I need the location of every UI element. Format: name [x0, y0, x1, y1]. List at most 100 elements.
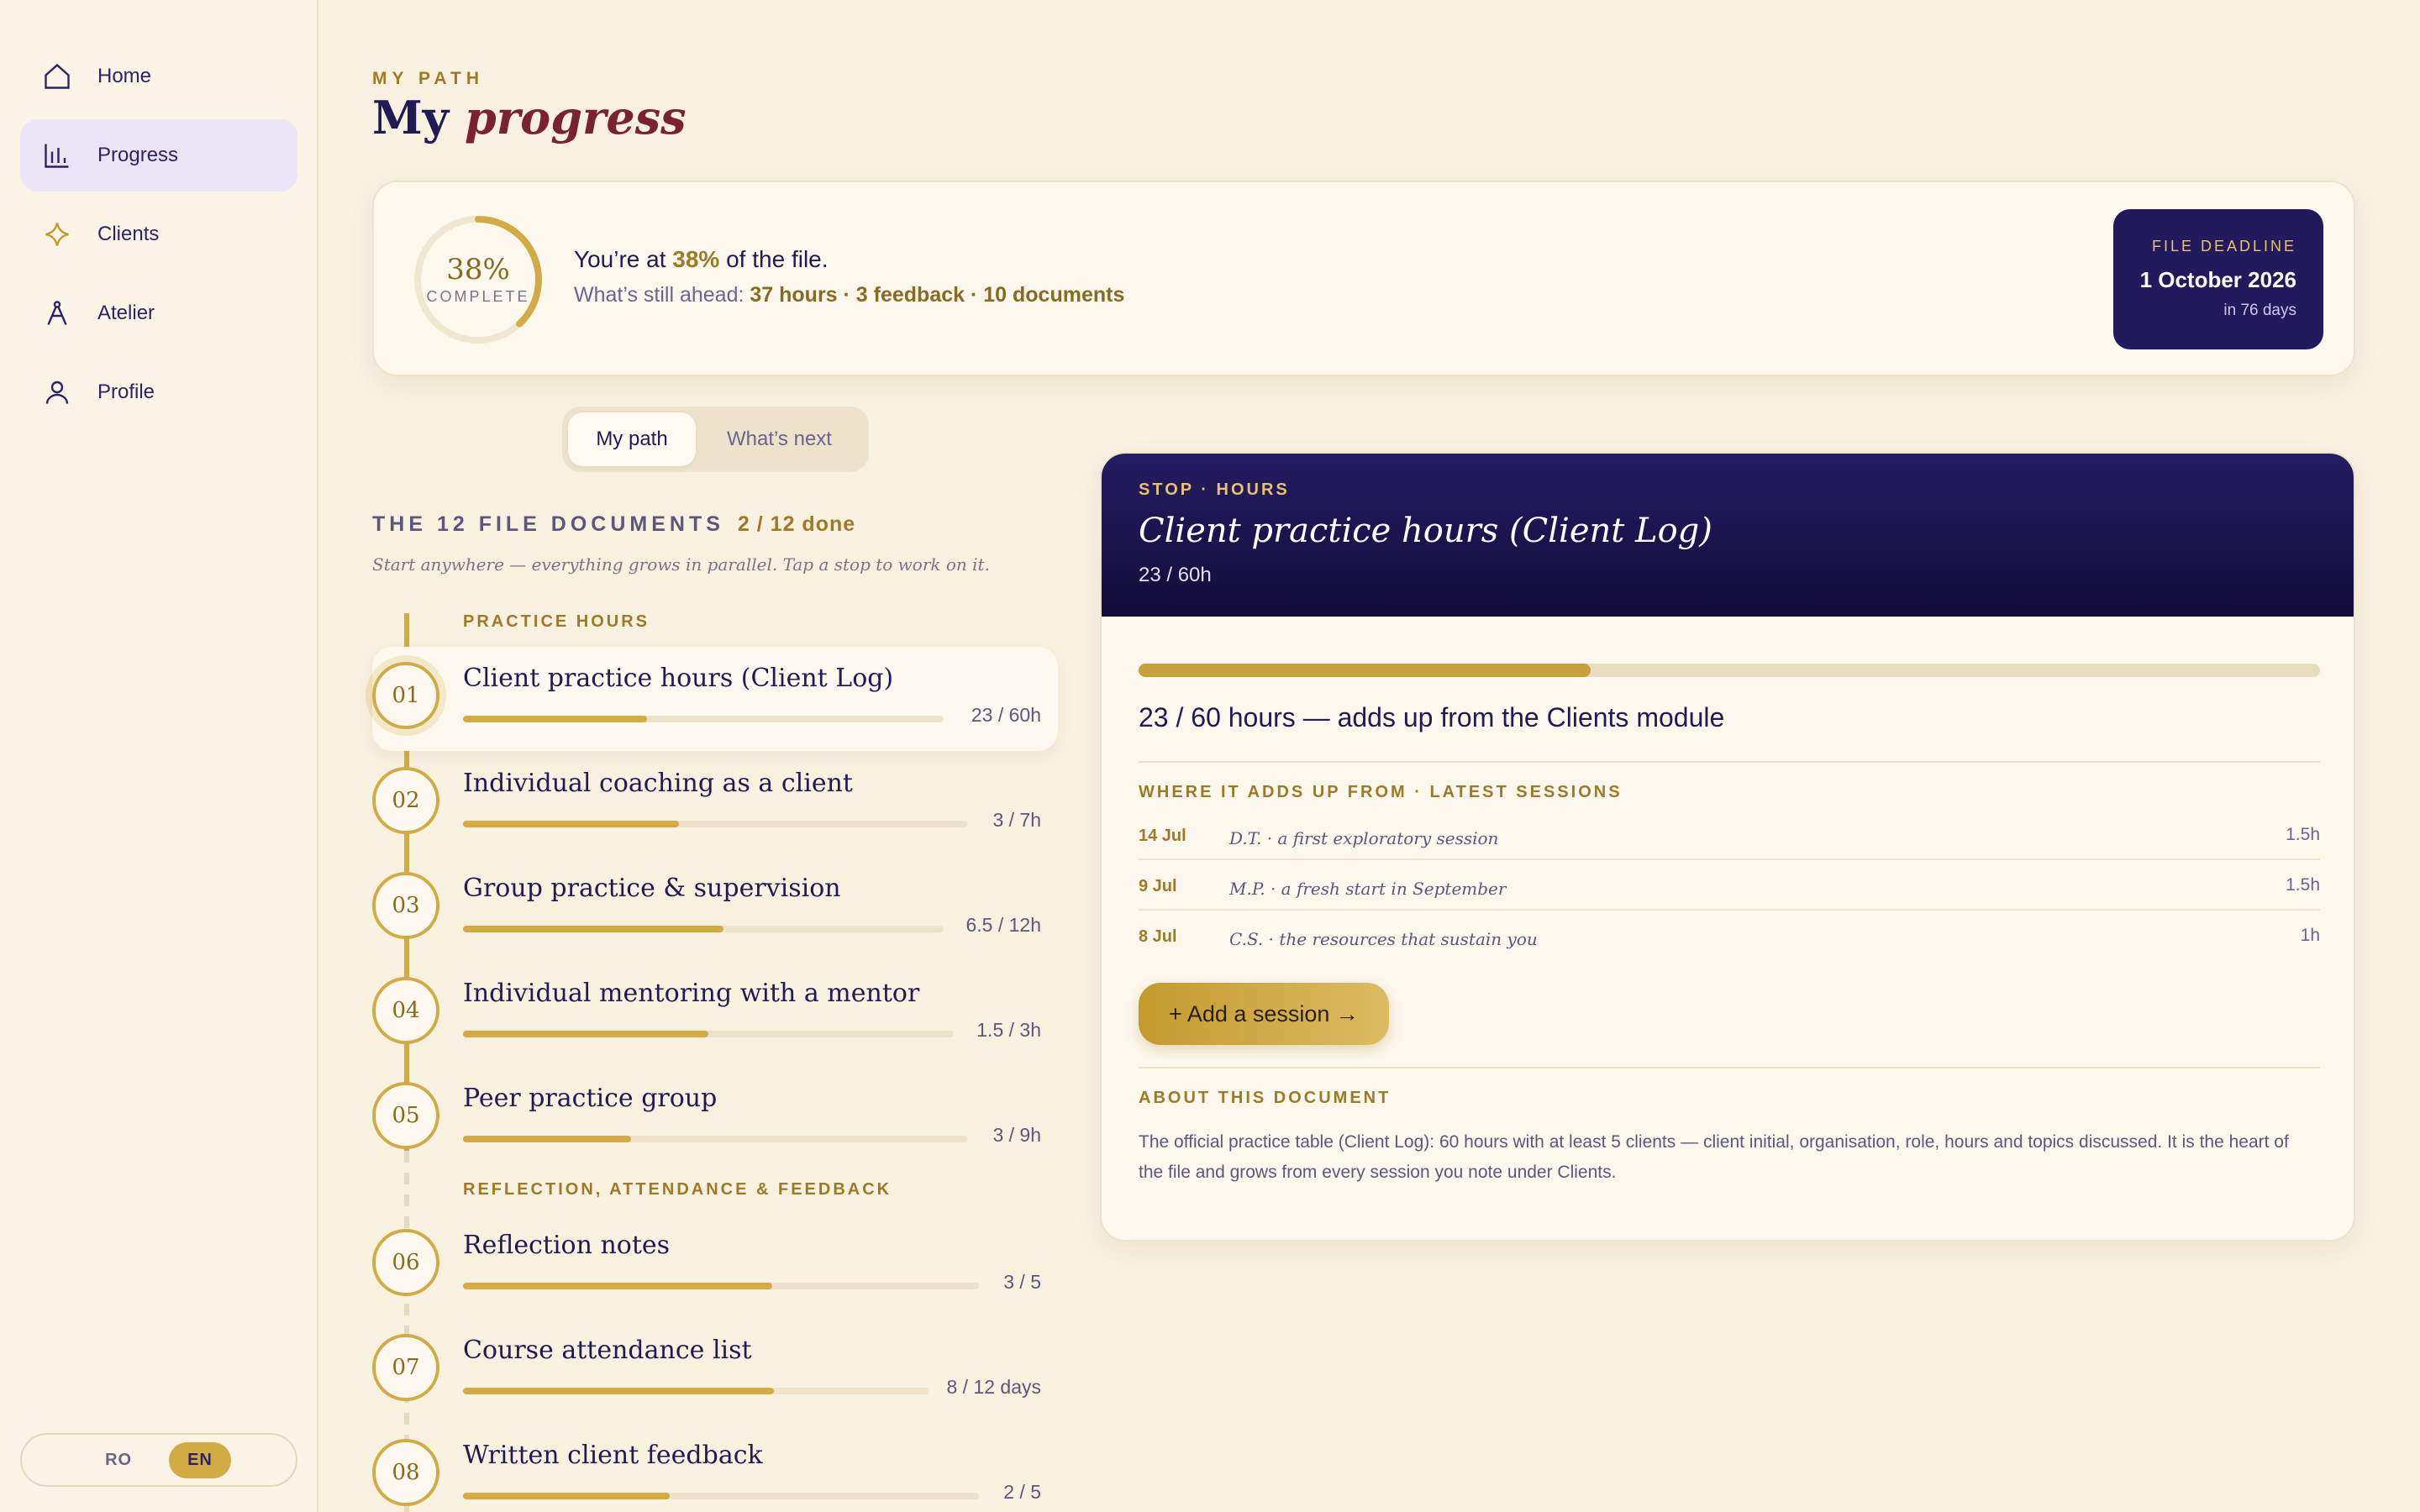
deadline-relative: in 76 days — [2223, 302, 2296, 319]
file-deadline-card: FILE DEADLINE 1 October 2026 in 76 days — [2113, 209, 2323, 349]
stop-title: Reflection notes — [463, 1231, 671, 1260]
detail-subtitle: 23 / 60h — [1139, 564, 1212, 586]
stop-progress-bar — [463, 1283, 979, 1289]
sidebar-item-label: Profile — [97, 381, 155, 403]
stop-progress-bar — [463, 1031, 954, 1037]
stop-number-badge: 08 — [372, 1439, 439, 1506]
stop-progress-bar — [463, 716, 944, 722]
stop-number-badge: 05 — [372, 1082, 439, 1149]
sessions-heading: WHERE IT ADDS UP FROM · LATEST SESSIONS — [1139, 783, 1623, 801]
document-stop-01[interactable]: 01 Client practice hours (Client Log) 23 /… — [372, 647, 1058, 751]
remaining-label: What’s still ahead: — [574, 283, 744, 307]
sidebar-item-home[interactable]: Home — [20, 40, 297, 113]
detail-progress-fill — [1139, 664, 1591, 677]
session-date: 8 Jul — [1139, 927, 1177, 946]
progress-summary-card: 38% COMPLETE You’re at 38% of the file. … — [372, 181, 2355, 376]
stop-title: Written client feedback — [463, 1441, 763, 1470]
group-heading-reflection: REFLECTION, ATTENDANCE & FEEDBACK — [463, 1180, 892, 1199]
deadline-date: 1 October 2026 — [2139, 267, 2296, 292]
progress-complete-label: COMPLETE — [426, 288, 530, 305]
session-client: M.P. · a fresh start in September — [1229, 879, 1507, 899]
document-stop-02[interactable]: 02 Individual coaching as a client 3 / 7h — [372, 752, 1058, 856]
user-icon — [40, 375, 74, 409]
stop-title: Individual mentoring with a mentor — [463, 979, 920, 1008]
documents-subtitle: Start anywhere — everything grows in par… — [372, 554, 990, 575]
page-title: My progress — [372, 91, 687, 144]
add-session-button[interactable]: + Add a session → — [1139, 983, 1389, 1045]
progress-percent: 38% — [446, 253, 510, 286]
stop-progress-value: 1.5 / 3h — [976, 1019, 1041, 1041]
session-row[interactable]: 8 Jul C.S. · the resources that sustain … — [1139, 912, 2320, 961]
stop-progress-fill — [463, 821, 680, 827]
group-heading-practice: PRACTICE HOURS — [463, 612, 650, 631]
session-hours: 1.5h — [2286, 875, 2320, 895]
stop-number-badge: 06 — [372, 1229, 439, 1296]
sidebar-item-progress[interactable]: Progress — [20, 119, 297, 192]
lang-en-button[interactable]: EN — [169, 1441, 231, 1478]
stop-number-badge: 07 — [372, 1334, 439, 1401]
stop-progress-fill — [463, 1283, 773, 1289]
divider — [1139, 761, 2320, 763]
stop-number-badge: 04 — [372, 977, 439, 1044]
stop-progress-bar — [463, 821, 967, 827]
remaining-statement: What’s still ahead: 37 hours · 3 feedbac… — [574, 283, 1124, 307]
documents-heading-text: THE 12 FILE DOCUMENTS — [372, 512, 724, 536]
stop-progress-fill — [463, 1031, 708, 1037]
stop-title: Client practice hours (Client Log) — [463, 664, 894, 693]
session-client: C.S. · the resources that sustain you — [1229, 929, 1538, 949]
about-text: The official practice table (Client Log)… — [1139, 1132, 2289, 1182]
sidebar-item-label: Home — [97, 65, 152, 87]
language-switch: RO EN — [20, 1433, 297, 1487]
session-hours: 1h — [2300, 926, 2320, 945]
page-title-main: My — [372, 91, 450, 144]
tab-whats-next[interactable]: What’s next — [696, 412, 863, 466]
detail-summary: 23 / 60 hours — adds up from the Clients… — [1139, 702, 1725, 732]
remaining-value: 37 hours · 3 feedback · 10 documents — [750, 283, 1125, 307]
stop-progress-fill — [463, 1388, 774, 1394]
sparkle-icon — [40, 218, 74, 251]
sidebar-item-profile[interactable]: Profile — [20, 356, 297, 428]
sidebar-item-label: Atelier — [97, 302, 155, 324]
page-eyebrow: MY PATH — [372, 69, 485, 88]
document-stop-04[interactable]: 04 Individual mentoring with a mentor 1.5 … — [372, 962, 1058, 1066]
document-stop-07[interactable]: 07 Course attendance list 8 / 12 days — [372, 1319, 1058, 1423]
lang-ro-button[interactable]: RO — [87, 1442, 150, 1478]
session-client: D.T. · a first exploratory session — [1229, 828, 1499, 848]
document-detail-panel: STOP · HOURS Client practice hours (Clie… — [1100, 452, 2355, 1242]
progress-statement: You’re at 38% of the file. — [574, 246, 829, 273]
tab-my-path[interactable]: My path — [568, 412, 696, 466]
sidebar-item-label: Clients — [97, 223, 160, 245]
stop-progress-fill — [463, 926, 724, 932]
document-stop-03[interactable]: 03 Group practice & supervision 6.5 / 12h — [372, 857, 1058, 961]
document-stop-06[interactable]: 06 Reflection notes 3 / 5 — [372, 1214, 1058, 1318]
stop-progress-value: 3 / 7h — [992, 809, 1041, 831]
compass-icon — [40, 297, 74, 330]
stop-progress-value: 2 / 5 — [1003, 1481, 1041, 1503]
deadline-label: FILE DEADLINE — [2151, 238, 2296, 255]
session-row[interactable]: 14 Jul D.T. · a first exploratory sessio… — [1139, 811, 2320, 860]
stop-progress-bar — [463, 1136, 967, 1142]
progress-statement-post: of the file. — [726, 246, 829, 272]
detail-header: STOP · HOURS Client practice hours (Clie… — [1102, 454, 2354, 617]
detail-progress-bar — [1139, 664, 2320, 677]
progress-statement-pre: You’re at — [574, 246, 666, 272]
session-hours: 1.5h — [2286, 825, 2320, 844]
documents-heading: THE 12 FILE DOCUMENTS 2 / 12 done — [372, 512, 855, 537]
document-stop-08[interactable]: 08 Written client feedback 2 / 5 — [372, 1424, 1058, 1512]
stop-progress-bar — [463, 926, 944, 932]
sidebar: Home Progress Clients Atelier Profile RO… — [0, 0, 318, 1512]
detail-eyebrow: STOP · HOURS — [1139, 480, 1290, 499]
progress-statement-pct: 38% — [672, 246, 720, 272]
document-stop-05[interactable]: 05 Peer practice group 3 / 9h — [372, 1067, 1058, 1171]
session-date: 9 Jul — [1139, 877, 1177, 895]
stop-title: Group practice & supervision — [463, 874, 841, 903]
sidebar-item-atelier[interactable]: Atelier — [20, 277, 297, 349]
session-row[interactable]: 9 Jul M.P. · a fresh start in September … — [1139, 862, 2320, 911]
sidebar-item-clients[interactable]: Clients — [20, 198, 297, 270]
stop-progress-value: 3 / 5 — [1003, 1271, 1041, 1293]
stop-progress-fill — [463, 1136, 631, 1142]
about-heading: ABOUT THIS DOCUMENT — [1139, 1089, 1392, 1107]
sidebar-item-label: Progress — [97, 144, 179, 166]
detail-title: Client practice hours (Client Log) — [1139, 512, 1712, 550]
home-icon — [40, 60, 74, 93]
